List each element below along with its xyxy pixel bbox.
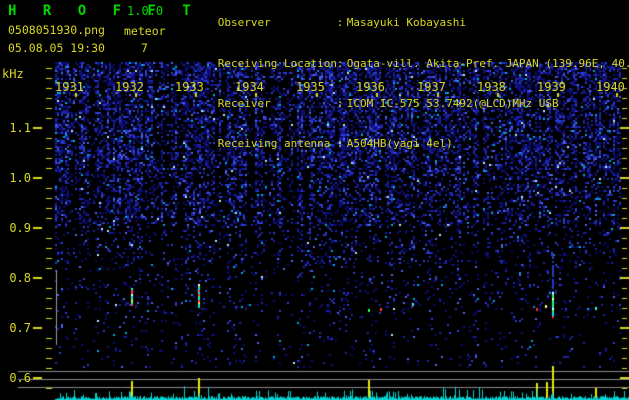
- time-tick-label: 1932: [115, 80, 144, 94]
- info-row-antenna: Receiving antenna: A504HB(yagi 4el): [178, 124, 629, 164]
- time-tick-label: 1940: [596, 80, 625, 94]
- info-row-location: Receiving Location: Ogata-vill. Akita-Pre…: [178, 43, 629, 83]
- time-tick-label: 1939: [537, 80, 566, 94]
- hrofft-screen: H R O F F T 1.0.0 0508051930.png meteor …: [0, 0, 629, 400]
- freq-tick-label: 0.9: [9, 221, 31, 235]
- time-tick-label: 1935: [296, 80, 325, 94]
- info-label: Receiving antenna: [217, 137, 331, 151]
- info-label: Receiving Location: [217, 56, 337, 70]
- info-value: ICOM IC-575 53.7492(@LCD)MHz USB: [346, 96, 559, 110]
- info-separator: :: [336, 16, 344, 30]
- freq-axis-unit: kHz: [2, 67, 24, 81]
- time-tick-label: 1934: [235, 80, 264, 94]
- info-value: A504HB(yagi 4el): [346, 137, 453, 151]
- freq-tick-label: 1.0: [9, 171, 31, 185]
- observation-datetime: 05.08.05 19:30: [8, 41, 105, 55]
- freq-tick-label: 0.8: [9, 271, 31, 285]
- info-row-observer: Observer: Masayuki Kobayashi: [178, 3, 629, 43]
- time-tick-label: 1937: [417, 80, 446, 94]
- freq-tick-label: 0.6: [9, 371, 31, 385]
- info-separator: :: [336, 56, 344, 70]
- time-tick-label: 1933: [175, 80, 204, 94]
- meteor-count: 7: [141, 41, 148, 55]
- freq-tick-label: 1.1: [9, 121, 31, 135]
- info-separator: :: [336, 137, 344, 151]
- mode-label: meteor: [124, 24, 166, 38]
- app-title: H R O F F T: [8, 3, 200, 19]
- info-value: Masayuki Kobayashi: [346, 16, 466, 30]
- time-tick-label: 1938: [477, 80, 506, 94]
- output-filename: 0508051930.png: [8, 23, 105, 37]
- info-label: Observer: [217, 16, 271, 30]
- info-separator: :: [336, 96, 344, 110]
- time-tick-label: 1936: [356, 80, 385, 94]
- app-version: 1.0.0: [127, 4, 164, 18]
- freq-tick-label: 0.7: [9, 321, 31, 335]
- info-label: Receiver: [217, 96, 271, 110]
- time-tick-label: 1931: [55, 80, 84, 94]
- info-value: Ogata-vill. Akita-Pref. JAPAN (139.96E, …: [346, 56, 629, 70]
